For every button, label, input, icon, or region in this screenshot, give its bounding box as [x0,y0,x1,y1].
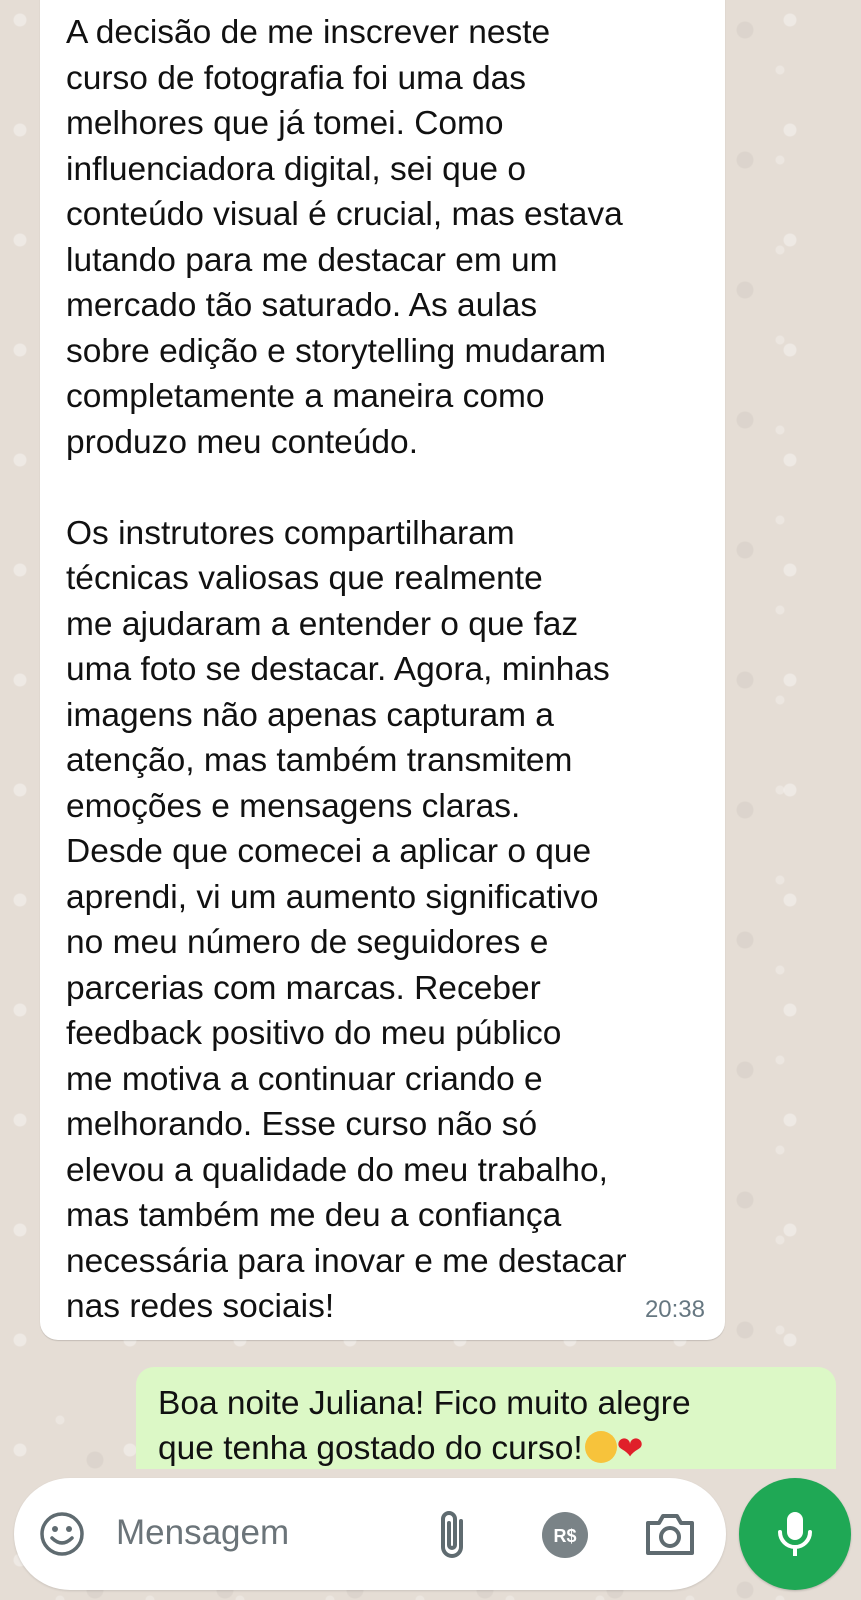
red-heart-emoji-icon: ❤ [616,1430,644,1466]
microphone-button[interactable] [739,1478,851,1590]
microphone-icon [778,1512,812,1556]
payment-icon[interactable]: R$ [542,1512,588,1558]
message-composer: Mensagem R$ [14,1478,726,1590]
camera-icon[interactable] [644,1510,696,1558]
outgoing-message-bubble[interactable]: Boa noite Juliana! Fico muito alegre que… [136,1367,836,1469]
message-input[interactable]: Mensagem [116,1509,289,1557]
incoming-message-bubble[interactable]: A decisão de me inscrever neste curso de… [40,0,725,1340]
paperclip-icon[interactable] [432,1506,472,1562]
emoji-icon[interactable] [38,1510,86,1558]
outgoing-message-text: Boa noite Juliana! Fico muito alegre que… [158,1381,814,1469]
smiling-face-emoji-icon [584,1431,617,1463]
incoming-message-text: A decisão de me inscrever neste curso de… [66,14,627,1325]
outgoing-line-1: Boa noite Juliana! Fico muito alegre [158,1385,691,1422]
message-timestamp: 20:38 [644,1296,705,1323]
outgoing-message-viewport: Boa noite Juliana! Fico muito alegre que… [136,1367,836,1469]
outgoing-line-2: que tenha gostado do curso! [158,1430,583,1467]
payment-label: R$ [553,1526,576,1546]
